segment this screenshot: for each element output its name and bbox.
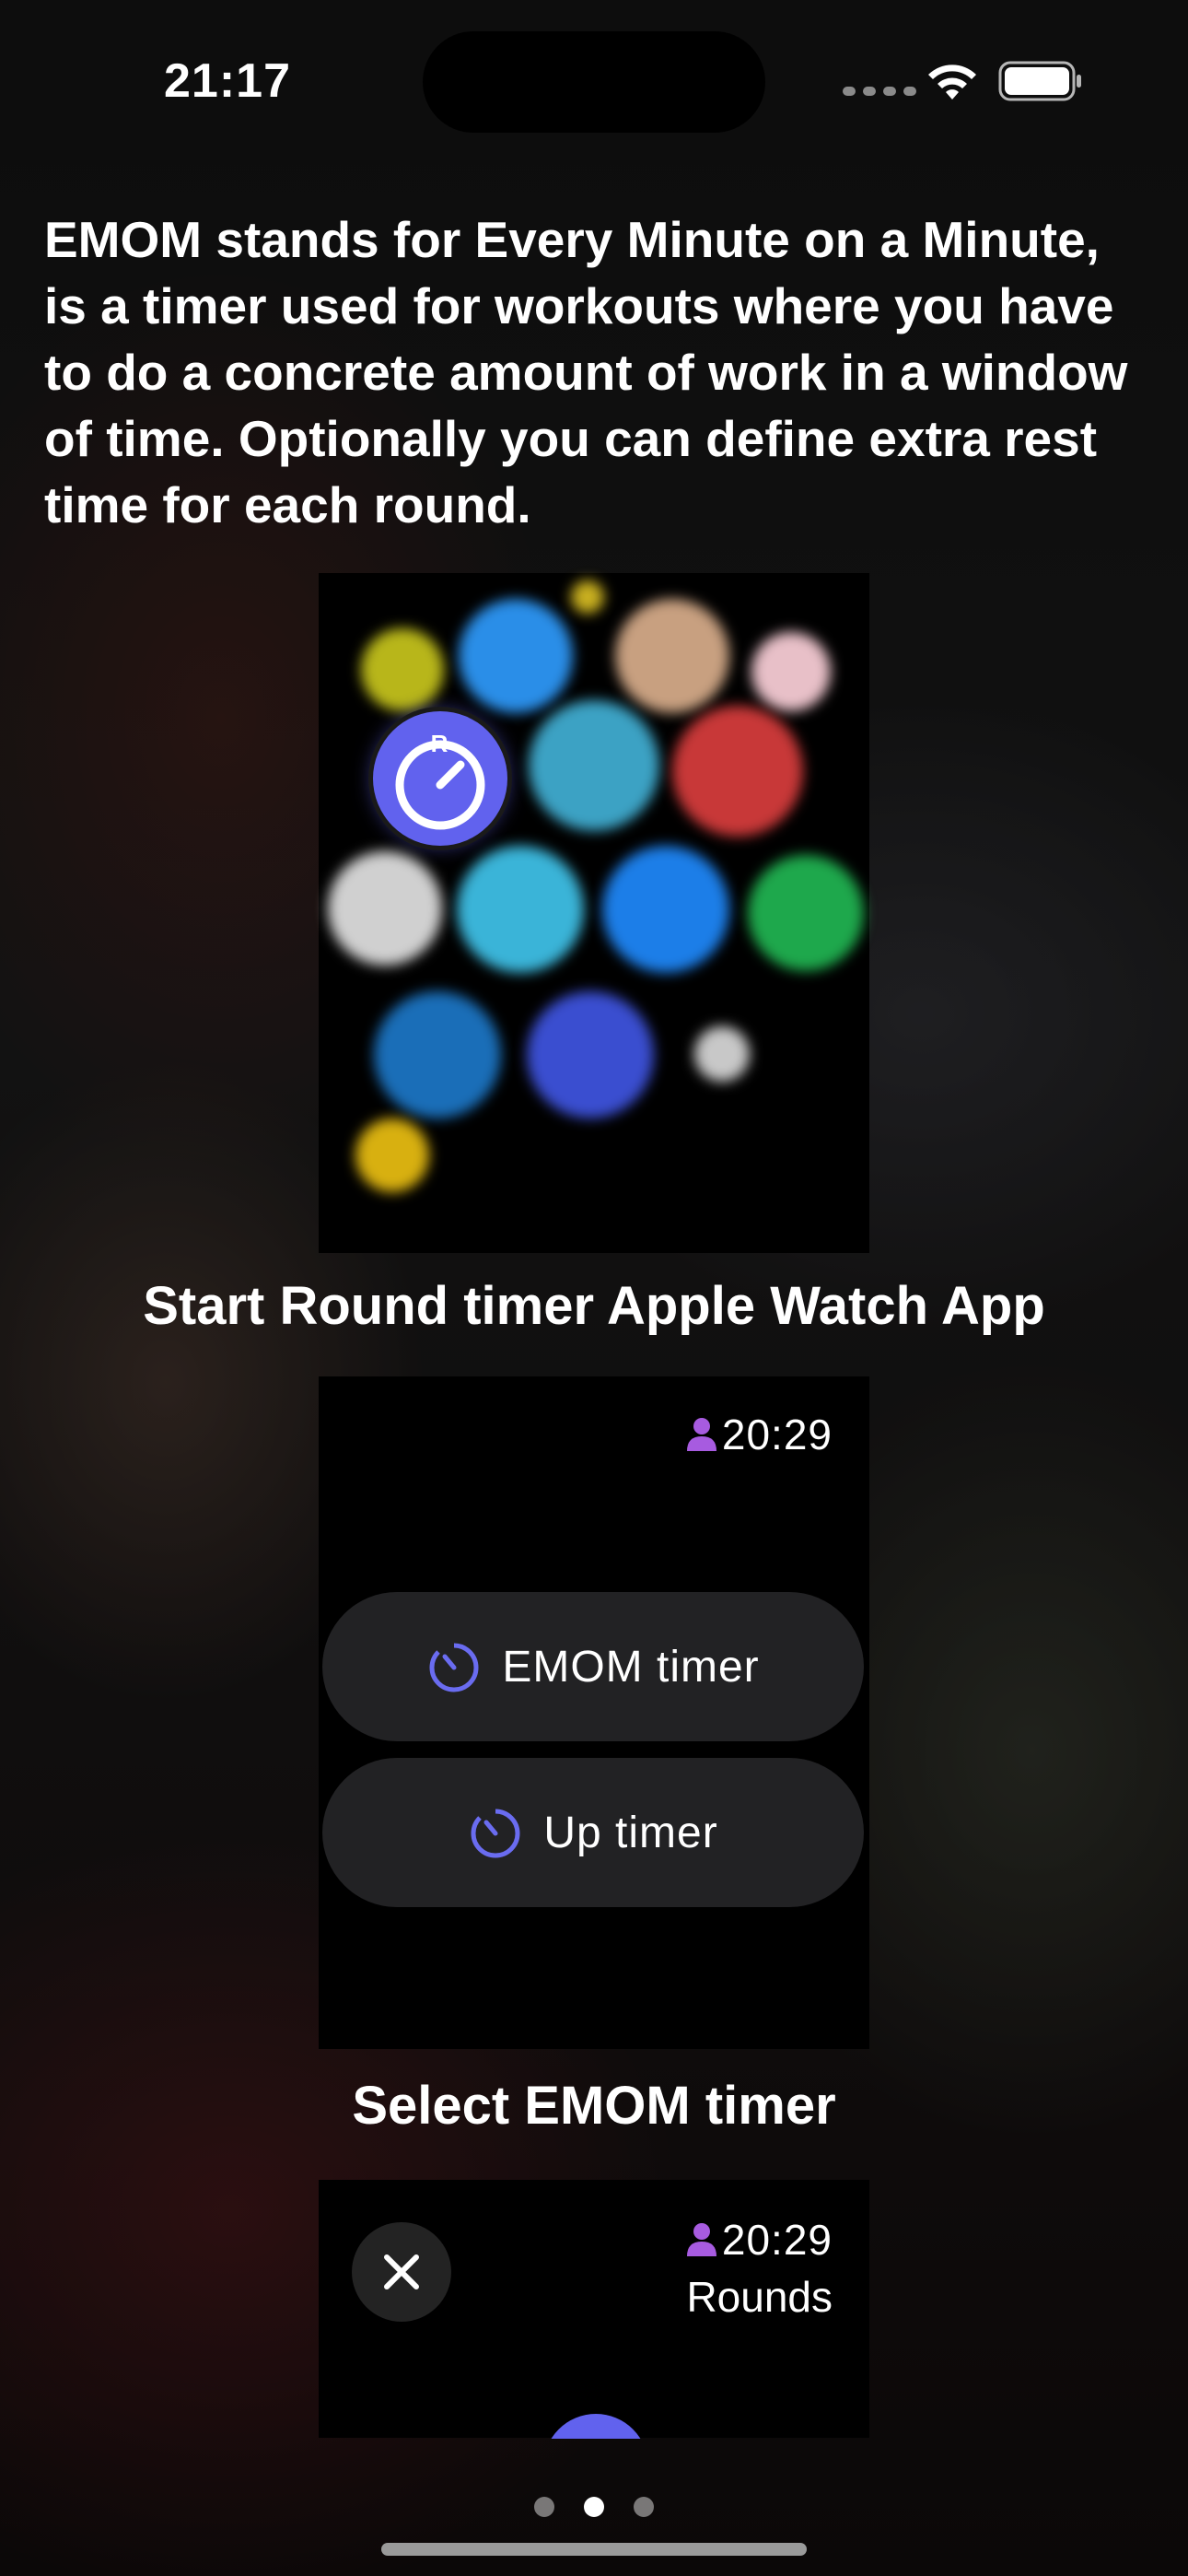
rounds-label: Rounds: [686, 2273, 833, 2321]
page-dot-active[interactable]: [584, 2497, 604, 2517]
up-timer-label: Up timer: [543, 1808, 718, 1857]
watch-time-text: 20:29: [721, 1411, 833, 1458]
timer-icon: [471, 1808, 520, 1858]
close-button[interactable]: [352, 2222, 451, 2322]
app-icon-blurred: [615, 599, 729, 713]
app-icon-blurred: [672, 706, 803, 837]
dynamic-island: [423, 31, 765, 133]
watch-clock: 20:29: [685, 1410, 833, 1459]
app-icon-blurred: [328, 851, 442, 966]
home-indicator[interactable]: [381, 2543, 807, 2556]
app-icon-blurred: [748, 855, 864, 971]
watch-time-text: 20:29: [721, 2216, 833, 2264]
app-icon-blurred: [355, 1118, 429, 1192]
app-icon-blurred: [527, 991, 654, 1118]
person-icon: [686, 2223, 716, 2256]
app-icon-blurred: [602, 846, 729, 973]
timer-icon: [429, 1642, 479, 1692]
cellular-signal-icon: [843, 87, 916, 96]
app-icon-blurred: [457, 846, 584, 973]
app-icon-blurred: [694, 1026, 750, 1082]
app-icon-blurred: [571, 580, 604, 614]
app-icon-blurred: [374, 991, 501, 1118]
app-icon-blurred: [751, 632, 831, 711]
page-indicator[interactable]: [0, 2497, 1188, 2517]
emom-timer-button[interactable]: EMOM timer: [322, 1592, 864, 1741]
battery-icon: [998, 61, 1081, 101]
close-icon: [384, 2254, 419, 2289]
step-caption: Select EMOM timer: [352, 2076, 836, 2136]
person-icon: [686, 1418, 716, 1451]
page-dot[interactable]: [534, 2497, 554, 2517]
svg-text:R: R: [431, 730, 448, 757]
app-icon-blurred: [459, 599, 573, 713]
round-timer-app-icon: R: [373, 711, 507, 846]
wifi-icon: [928, 64, 976, 100]
emom-description: EMOM stands for Every Minute on a Minute…: [44, 211, 1128, 533]
up-timer-button[interactable]: Up timer: [322, 1758, 864, 1907]
page-dot[interactable]: [634, 2497, 654, 2517]
app-icon-blurred: [361, 628, 444, 711]
app-icon-blurred: [529, 700, 659, 831]
status-bar-time: 21:17: [164, 54, 291, 108]
watch-clock: 20:29: [685, 2215, 833, 2265]
step-caption: Start Round timer Apple Watch App: [143, 1276, 1045, 1336]
emom-timer-label: EMOM timer: [502, 1642, 760, 1692]
